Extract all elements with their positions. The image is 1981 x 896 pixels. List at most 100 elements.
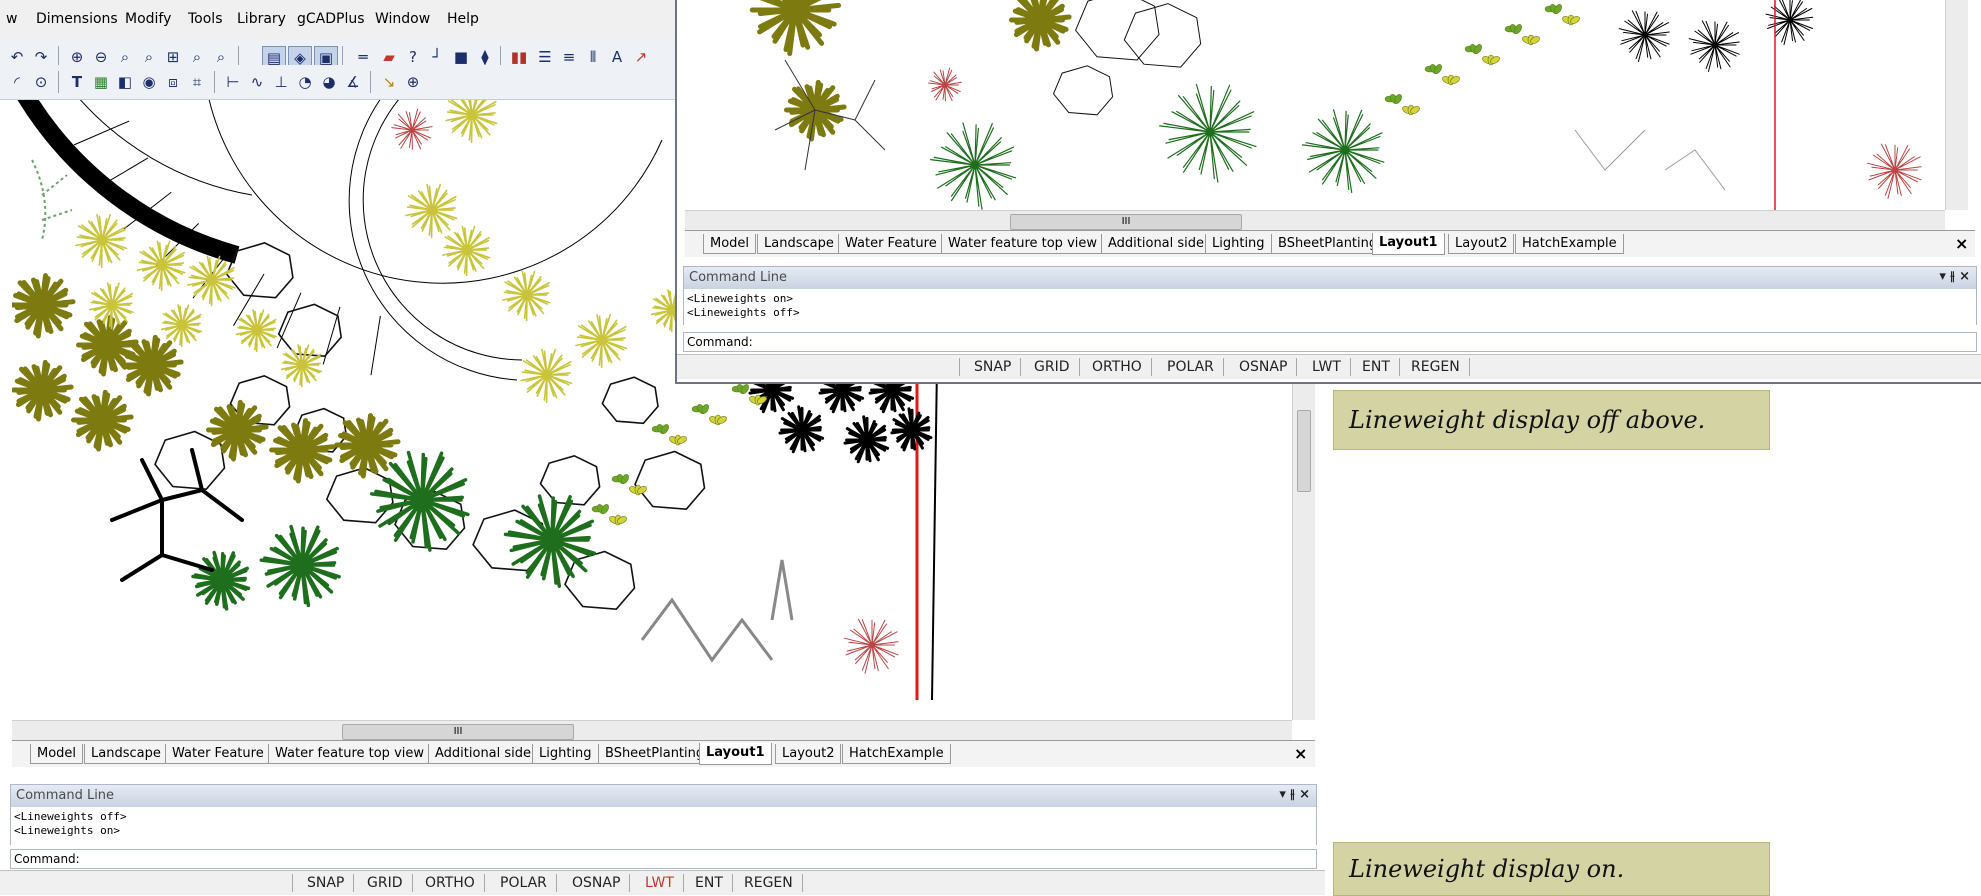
tab-water-feature[interactable]: Water Feature xyxy=(838,234,944,254)
black-shrub-icon xyxy=(778,405,825,454)
tab-hatchexample[interactable]: HatchExample xyxy=(1515,234,1624,254)
command-line-titlebar: Command Line ▾ ⫲ × xyxy=(683,266,1977,290)
stepping-stone xyxy=(277,303,343,358)
red-accent-plant-icon xyxy=(928,67,962,102)
tab-water-feature-top-view[interactable]: Water feature top view xyxy=(941,234,1104,254)
lwt-toggle[interactable]: LWT xyxy=(1303,358,1351,376)
tab-layout1[interactable]: Layout1 xyxy=(699,743,772,765)
hatch-icon[interactable]: ⌗ xyxy=(186,71,208,93)
menu-help[interactable]: Help xyxy=(447,11,479,27)
tab-model[interactable]: Model xyxy=(30,744,84,764)
solid-icon[interactable]: ◉ xyxy=(138,71,160,93)
dimension-radius-icon[interactable]: ◔ xyxy=(294,71,316,93)
ortho-toggle[interactable]: ORTHO xyxy=(416,874,485,892)
vertical-scrollbar[interactable] xyxy=(1945,0,1968,210)
yellow-grass-icon xyxy=(88,282,134,330)
regen-toggle[interactable]: REGEN xyxy=(735,874,803,892)
grid-toggle[interactable]: GRID xyxy=(1025,358,1080,376)
tab-additional-side[interactable]: Additional side xyxy=(1101,234,1212,254)
tab-additional-side[interactable]: Additional side xyxy=(428,744,539,764)
dark-green-spiky-plant-icon xyxy=(503,494,597,588)
dimension-angle-icon[interactable]: ∡ xyxy=(342,71,364,93)
polar-toggle[interactable]: POLAR xyxy=(491,874,557,892)
red-accent-plant-icon xyxy=(1866,143,1922,199)
ellipse-icon[interactable]: ⊙ xyxy=(30,71,52,93)
green-hedge-icon xyxy=(31,159,73,241)
horizontal-scroll-thumb[interactable]: III xyxy=(1010,214,1242,230)
lwt-toggle[interactable]: LWT xyxy=(636,874,684,892)
command-history: <Lineweights on> <Lineweights off> xyxy=(683,289,1977,325)
horizontal-scroll-thumb[interactable]: III xyxy=(342,724,574,740)
olive-shrub-icon xyxy=(12,273,76,339)
path-arc xyxy=(362,100,523,361)
regen-toggle[interactable]: REGEN xyxy=(1402,358,1470,376)
region-icon[interactable]: ⧈ xyxy=(162,71,184,93)
dark-green-spiky-plant-icon xyxy=(929,122,1017,210)
command-input[interactable]: Command: xyxy=(10,849,1317,869)
menu-view[interactable]: w xyxy=(6,11,17,27)
tab-bsheetplanting[interactable]: BSheetPlanting xyxy=(1271,234,1385,254)
close-tab-icon[interactable]: × xyxy=(1955,234,1968,253)
snap-toggle[interactable]: SNAP xyxy=(965,358,1022,376)
center-mark-icon[interactable]: ⊕ xyxy=(402,71,424,93)
drawing-viewport[interactable] xyxy=(685,0,1945,210)
command-input[interactable]: Command: xyxy=(683,332,1977,352)
tab-bsheetplanting[interactable]: BSheetPlanting xyxy=(598,744,712,764)
dimension-aligned-icon[interactable]: ∿ xyxy=(246,71,268,93)
menu-window[interactable]: Window xyxy=(375,11,430,27)
step-line xyxy=(73,120,130,146)
block-insert-icon[interactable]: ◧ xyxy=(114,71,136,93)
coordinate-readout xyxy=(677,358,960,376)
tab-layout2[interactable]: Layout2 xyxy=(775,744,842,764)
yellow-grass-icon xyxy=(520,348,573,404)
yellow-grass-icon xyxy=(575,313,628,369)
tab-model[interactable]: Model xyxy=(703,234,757,254)
osnap-toggle[interactable]: OSNAP xyxy=(563,874,631,892)
menu-modify[interactable]: Modify xyxy=(125,11,171,27)
ent-toggle[interactable]: ENT xyxy=(1353,358,1400,376)
layout-tabs: Model Landscape Water Feature Water feat… xyxy=(12,740,1315,767)
osnap-toggle[interactable]: OSNAP xyxy=(1230,358,1298,376)
horizontal-scrollbar[interactable]: III xyxy=(685,210,1945,231)
horizontal-scrollbar[interactable]: III xyxy=(12,720,1292,741)
dimension-diameter-icon[interactable]: ◕ xyxy=(318,71,340,93)
menu-gcadplus[interactable]: gCADPlus xyxy=(297,11,365,27)
status-bar: SNAP GRID ORTHO POLAR OSNAP LWT ENT REGE… xyxy=(0,870,1325,895)
image-icon[interactable]: ▦ xyxy=(90,71,112,93)
command-history: <Lineweights off> <Lineweights on> xyxy=(10,807,1317,845)
menu-dimensions[interactable]: Dimensions xyxy=(36,11,118,27)
ent-toggle[interactable]: ENT xyxy=(686,874,733,892)
polar-toggle[interactable]: POLAR xyxy=(1158,358,1224,376)
olive-shrub-icon xyxy=(269,418,336,484)
red-accent-plant-icon xyxy=(391,108,433,150)
tab-water-feature-top-view[interactable]: Water feature top view xyxy=(268,744,431,764)
arc-icon[interactable]: ◜ xyxy=(6,71,28,93)
menu-library[interactable]: Library xyxy=(237,11,286,27)
dimension-linear-icon[interactable]: ⊢ xyxy=(222,71,244,93)
yellow-grass-icon xyxy=(280,344,323,388)
tab-lighting[interactable]: Lighting xyxy=(1205,234,1272,254)
vertical-scroll-thumb[interactable] xyxy=(1297,410,1311,492)
step-line xyxy=(96,157,149,189)
leader-icon[interactable]: ↘ xyxy=(378,71,400,93)
tab-layout2[interactable]: Layout2 xyxy=(1448,234,1515,254)
tab-layout1[interactable]: Layout1 xyxy=(1372,233,1445,255)
tab-lighting[interactable]: Lighting xyxy=(532,744,599,764)
close-tab-icon[interactable]: × xyxy=(1294,744,1307,763)
dark-green-spiky-plant-icon xyxy=(191,550,251,611)
step-line xyxy=(370,315,381,376)
stepping-stone xyxy=(225,242,294,299)
dimension-ordinate-icon[interactable]: ⊥ xyxy=(270,71,292,93)
command-line-window-controls[interactable]: ▾ ⫲ × xyxy=(1279,787,1310,802)
grid-toggle[interactable]: GRID xyxy=(358,874,413,892)
grey-tree-icon xyxy=(1574,129,1726,191)
text-tool-icon[interactable]: T xyxy=(66,71,88,93)
menu-tools[interactable]: Tools xyxy=(188,11,223,27)
tab-landscape[interactable]: Landscape xyxy=(757,234,841,254)
tab-landscape[interactable]: Landscape xyxy=(84,744,168,764)
tab-water-feature[interactable]: Water Feature xyxy=(165,744,271,764)
tab-hatchexample[interactable]: HatchExample xyxy=(842,744,951,764)
ortho-toggle[interactable]: ORTHO xyxy=(1083,358,1152,376)
command-line-window-controls[interactable]: ▾ ⫲ × xyxy=(1939,269,1970,284)
snap-toggle[interactable]: SNAP xyxy=(298,874,355,892)
